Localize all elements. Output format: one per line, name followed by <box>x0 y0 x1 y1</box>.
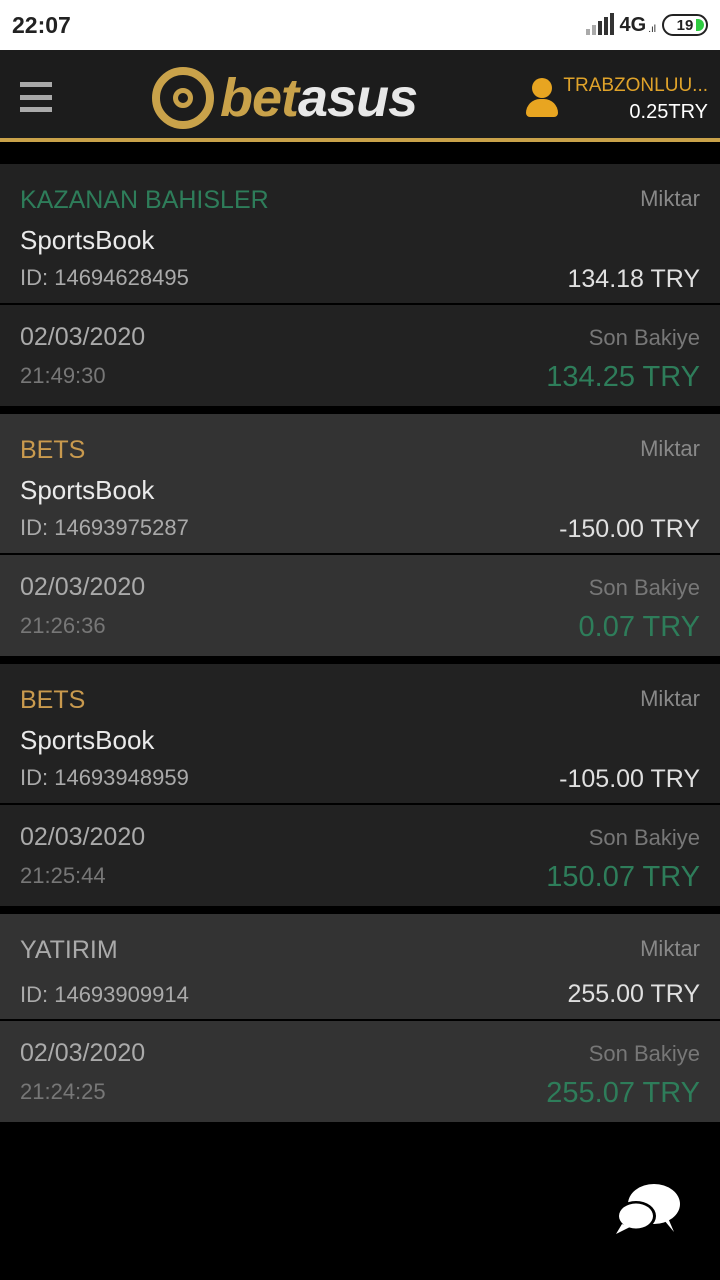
transaction-time: 21:49:30 <box>20 363 106 388</box>
app-header: betasus TRABZONLUU... 0.25TRY <box>0 50 720 142</box>
transaction-product: SportsBook <box>20 225 155 255</box>
transaction-time: 21:26:36 <box>20 613 106 638</box>
balance-label: Son Bakiye <box>588 325 700 350</box>
transaction-id: ID: 14693909914 <box>20 982 189 1007</box>
transaction-amount: -105.00 TRY <box>559 765 700 793</box>
transaction-product: SportsBook <box>20 725 155 755</box>
transaction-date: 02/03/2020 <box>20 823 146 851</box>
transaction-time: 21:24:25 <box>20 1079 106 1104</box>
status-time: 22:07 <box>12 12 71 38</box>
header-balance: 0.25TRY <box>629 101 708 123</box>
balance-label: Son Bakiye <box>588 825 700 850</box>
transaction-amount: 255.00 TRY <box>567 980 700 1008</box>
transaction-card[interactable]: KAZANAN BAHISLER SportsBook ID: 14694628… <box>0 164 720 406</box>
balance-value: 255.07 TRY <box>546 1077 700 1109</box>
battery-icon: 19 <box>662 14 708 36</box>
transaction-product: SportsBook <box>20 475 155 505</box>
transaction-list: KAZANAN BAHISLER SportsBook ID: 14694628… <box>0 156 720 1122</box>
transaction-balance-row: 02/03/2020 21:25:44 Son Bakiye 150.07 TR… <box>0 805 720 906</box>
balance-label: Son Bakiye <box>588 575 700 600</box>
user-avatar-icon[interactable] <box>526 78 558 118</box>
status-indicators: 4G .ıl 19 <box>585 12 708 38</box>
transaction-summary: BETS SportsBook ID: 14693975287 Miktar -… <box>0 414 720 555</box>
logo-wordmark: betasus <box>220 68 418 128</box>
transaction-time: 21:25:44 <box>20 863 106 888</box>
transaction-id: ID: 14693975287 <box>20 515 189 540</box>
username[interactable]: TRABZONLUU... <box>563 75 708 97</box>
transaction-id: ID: 14693948959 <box>20 765 189 790</box>
transaction-category: YATIRIM <box>20 936 118 964</box>
status-bar: 22:07 4G .ıl 19 <box>0 0 720 50</box>
amount-label: Miktar <box>640 436 700 461</box>
brand-logo[interactable]: betasus <box>152 60 418 136</box>
transaction-balance-row: 02/03/2020 21:26:36 Son Bakiye 0.07 TRY <box>0 555 720 656</box>
logo-mark-icon <box>152 67 214 129</box>
transaction-amount: -150.00 TRY <box>559 515 700 543</box>
live-chat-icon[interactable] <box>612 1180 684 1240</box>
network-type: 4G <box>619 13 647 36</box>
transaction-category: KAZANAN BAHISLER <box>20 186 269 214</box>
transaction-amount: 134.18 TRY <box>567 265 700 293</box>
hamburger-menu-icon[interactable] <box>20 82 52 112</box>
transaction-date: 02/03/2020 <box>20 323 146 351</box>
transaction-card[interactable]: BETS SportsBook ID: 14693948959 Miktar -… <box>0 664 720 906</box>
battery-level: 19 <box>676 16 694 34</box>
transaction-card[interactable]: YATIRIM ID: 14693909914 Miktar 255.00 TR… <box>0 914 720 1122</box>
transaction-summary: KAZANAN BAHISLER SportsBook ID: 14694628… <box>0 164 720 305</box>
amount-label: Miktar <box>640 186 700 211</box>
transaction-date: 02/03/2020 <box>20 1039 146 1067</box>
balance-value: 0.07 TRY <box>578 611 700 643</box>
balance-value: 134.25 TRY <box>546 361 700 393</box>
transaction-balance-row: 02/03/2020 21:49:30 Son Bakiye 134.25 TR… <box>0 305 720 406</box>
transaction-summary: YATIRIM ID: 14693909914 Miktar 255.00 TR… <box>0 914 720 1021</box>
signal-icon <box>585 13 614 35</box>
transaction-category: BETS <box>20 436 86 464</box>
transaction-date: 02/03/2020 <box>20 573 146 601</box>
transaction-summary: BETS SportsBook ID: 14693948959 Miktar -… <box>0 664 720 805</box>
transaction-category: BETS <box>20 686 86 714</box>
amount-label: Miktar <box>640 686 700 711</box>
amount-label: Miktar <box>640 936 700 961</box>
network-signal-mark: .ıl <box>648 23 656 35</box>
transaction-balance-row: 02/03/2020 21:24:25 Son Bakiye 255.07 TR… <box>0 1021 720 1122</box>
transaction-id: ID: 14694628495 <box>20 265 189 290</box>
transaction-card[interactable]: BETS SportsBook ID: 14693975287 Miktar -… <box>0 414 720 656</box>
balance-label: Son Bakiye <box>588 1041 700 1066</box>
balance-value: 150.07 TRY <box>546 861 700 893</box>
